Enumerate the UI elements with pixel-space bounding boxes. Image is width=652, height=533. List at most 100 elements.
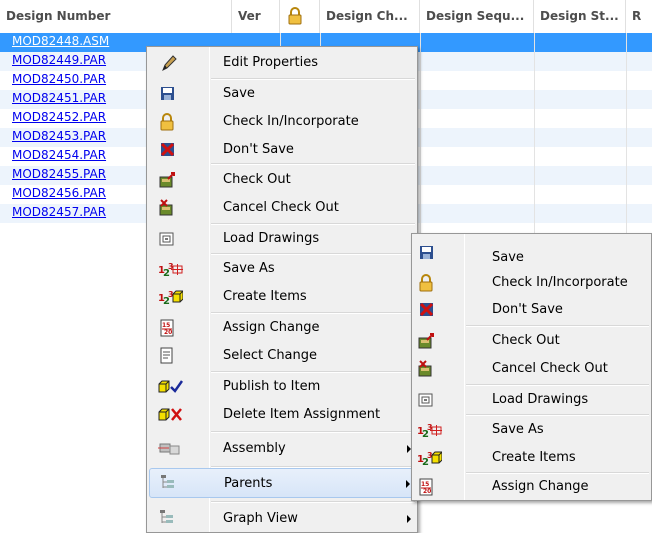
submenu-item-assign-change[interactable]: 15 20 Assign Change [412, 473, 651, 501]
submenu-item-load-drawings[interactable]: Load Drawings [412, 386, 651, 414]
menu-item-label: Cancel Check Out [492, 361, 608, 376]
padlock-icon [419, 274, 433, 292]
table-header: Design Number Ver Design Ch... Design Se… [0, 0, 652, 34]
menu-item-label: Assembly [223, 441, 286, 456]
column-divider [626, 33, 627, 263]
cancel-check-out-icon [418, 360, 432, 377]
pencil-icon [162, 55, 177, 72]
column-header-design-sequence[interactable]: Design Sequ... [420, 0, 534, 33]
menu-item-label: Graph View [223, 511, 298, 526]
menu-item-label: Parents [224, 476, 273, 491]
design-number-link[interactable]: MOD82448.ASM [12, 34, 109, 48]
menu-item-label: Create Items [492, 450, 576, 465]
svg-text:15: 15 [162, 322, 170, 329]
column-header-lock[interactable] [280, 0, 320, 33]
menu-item-save[interactable]: Save [147, 80, 417, 108]
assign-change-icon: 15 20 [160, 319, 174, 337]
menu-item-label: Publish to Item [223, 379, 321, 394]
floppy-x-icon [160, 142, 175, 157]
floppy-x-icon [419, 302, 434, 317]
delete-item-icon [158, 408, 182, 421]
menu-item-label: Check Out [223, 172, 291, 187]
menu-item-label: Save As [492, 422, 544, 437]
submenu-item-cancel-check-out[interactable]: Cancel Check Out [412, 355, 651, 383]
menu-item-cancel-check-out[interactable]: Cancel Check Out [147, 194, 417, 222]
context-menu: Edit Properties Save Check In/Incorporat… [146, 46, 418, 533]
column-header-label: R [632, 9, 642, 23]
design-number-link[interactable]: MOD82454.PAR [12, 148, 106, 162]
menu-item-check-out[interactable]: Check Out [147, 166, 417, 194]
create-items-icon: 1 2 3 [158, 290, 183, 306]
column-header-design-change[interactable]: Design Ch... [320, 0, 420, 33]
submenu-item-check-out[interactable]: Check Out [412, 327, 651, 355]
design-number-link[interactable]: MOD82457.PAR [12, 205, 106, 219]
design-number-link[interactable]: MOD82452.PAR [12, 110, 106, 124]
menu-item-assembly[interactable]: Assembly [147, 434, 417, 464]
design-number-link[interactable]: MOD82455.PAR [12, 167, 106, 181]
design-number-link[interactable]: MOD82451.PAR [12, 91, 106, 105]
menu-item-label: Delete Item Assignment [223, 407, 381, 422]
menu-item-label: Save [223, 86, 255, 101]
load-drawings-icon [159, 232, 174, 246]
design-number-link[interactable]: MOD82453.PAR [12, 129, 106, 143]
menu-item-save-as[interactable]: 1 2 3 Save As [147, 255, 417, 283]
menu-item-assign-change[interactable]: 15 20 Assign Change [147, 314, 417, 342]
submenu-item-dont-save[interactable]: Don't Save [412, 296, 651, 324]
check-out-icon [159, 172, 175, 188]
submenu-item-create-items[interactable]: 1 2 3 Create Items [412, 444, 651, 472]
column-header-label: Design Sequ... [426, 9, 525, 23]
submenu-item-check-in-incorporate[interactable]: Check In/Incorporate [412, 269, 651, 297]
column-header-ver[interactable]: Ver [232, 0, 280, 33]
design-number-link[interactable]: MOD82450.PAR [12, 72, 106, 86]
column-header-label: Ver [238, 9, 261, 23]
menu-item-publish-to-item[interactable]: Publish to Item [147, 373, 417, 401]
column-header-design-number[interactable]: Design Number [0, 0, 232, 33]
column-divider [534, 33, 535, 263]
menu-item-label: Select Change [223, 348, 318, 363]
menu-item-label: Save As [223, 261, 275, 276]
svg-text:20: 20 [423, 488, 431, 495]
menu-item-dont-save[interactable]: Don't Save [147, 136, 417, 164]
floppy-disk-icon [161, 87, 174, 100]
menu-item-check-in-incorporate[interactable]: Check In/Incorporate [147, 108, 417, 136]
save-as-icon: 1 2 3 [158, 262, 183, 278]
check-out-icon [418, 333, 434, 349]
column-header-label: Design St... [540, 9, 619, 23]
menu-item-parents[interactable]: Parents [149, 468, 415, 498]
menu-separator [211, 163, 415, 165]
design-number-link[interactable]: MOD82449.PAR [12, 53, 106, 67]
menu-item-label: Cancel Check Out [223, 200, 339, 215]
assembly-icon [158, 443, 180, 455]
parents-submenu: Save Check In/Incorporate Don't Save Che… [411, 233, 652, 501]
submenu-item-save[interactable]: Save [412, 244, 651, 272]
padlock-icon [288, 7, 302, 25]
column-header-design-status[interactable]: Design St... [534, 0, 626, 33]
menu-item-delete-item-assignment[interactable]: Delete Item Assignment [147, 401, 417, 429]
tree-icon [160, 510, 173, 523]
design-number-link[interactable]: MOD82456.PAR [12, 186, 106, 200]
menu-item-select-change[interactable]: Select Change [147, 342, 417, 370]
assign-change-icon: 15 20 [419, 478, 433, 496]
column-header-label: Design Ch... [326, 9, 408, 23]
menu-item-label: Check Out [492, 333, 560, 348]
padlock-icon [160, 113, 174, 131]
menu-item-edit-properties[interactable]: Edit Properties [147, 49, 417, 77]
menu-item-label: Load Drawings [492, 392, 589, 407]
select-change-icon [160, 347, 173, 364]
menu-item-label: Don't Save [223, 142, 294, 157]
floppy-disk-icon [420, 246, 433, 259]
save-as-icon: 1 2 3 [417, 423, 442, 439]
tree-icon [161, 475, 174, 488]
submenu-item-save-as[interactable]: 1 2 3 Save As [412, 416, 651, 444]
column-header-r[interactable]: R [626, 0, 652, 33]
svg-text:20: 20 [164, 329, 172, 336]
menu-item-label: Check In/Incorporate [223, 114, 359, 129]
svg-text:15: 15 [421, 481, 429, 488]
menu-item-create-items[interactable]: 1 2 3 Create Items [147, 283, 417, 311]
menu-item-graph-view[interactable]: Graph View [147, 503, 417, 533]
create-items-icon: 1 2 3 [417, 451, 442, 467]
menu-item-load-drawings[interactable]: Load Drawings [147, 225, 417, 253]
menu-item-label: Assign Change [492, 479, 589, 494]
menu-item-label: Create Items [223, 289, 307, 304]
publish-item-icon [158, 380, 183, 393]
